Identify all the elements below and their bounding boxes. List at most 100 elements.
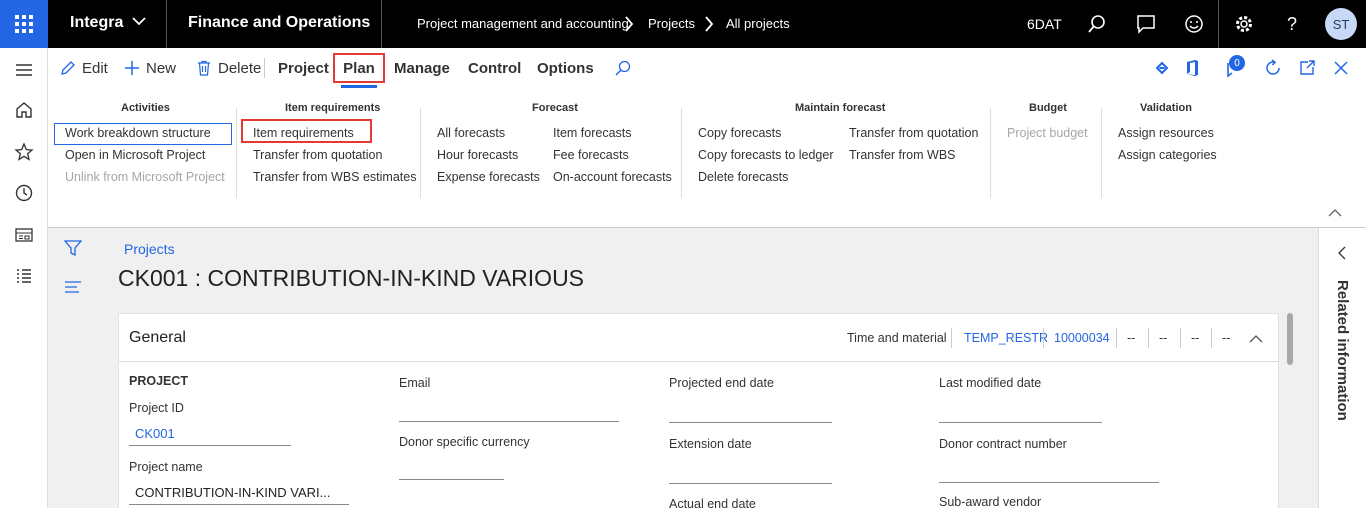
ribbon-item-unlink-ms-project[interactable]: Unlink from Microsoft Project bbox=[65, 170, 225, 184]
related-information-pane[interactable]: Related information bbox=[1318, 228, 1366, 508]
ribbon-item-project-budget[interactable]: Project budget bbox=[1007, 126, 1088, 140]
ribbon-item-transfer-from-wbs-estimates[interactable]: Transfer from WBS estimates bbox=[253, 170, 416, 184]
smiley-icon[interactable] bbox=[1182, 12, 1206, 36]
edit-button[interactable]: Edit bbox=[60, 48, 108, 88]
ribbon-item-transfer-from-wbs[interactable]: Transfer from WBS bbox=[849, 148, 956, 162]
action-pane: Edit New Delete Project Plan Manage Cont… bbox=[48, 48, 1366, 88]
chevron-up-icon[interactable] bbox=[1249, 334, 1263, 343]
star-icon[interactable] bbox=[14, 142, 34, 162]
email-label: Email bbox=[399, 376, 431, 390]
ribbon-item-expense-forecasts[interactable]: Expense forecasts bbox=[437, 170, 540, 184]
ribbon-item-wbs[interactable]: Work breakdown structure bbox=[54, 123, 232, 145]
notification-badge: 0 bbox=[1229, 55, 1245, 71]
project-name-label: Project name bbox=[129, 460, 203, 474]
summary-billing-type: Time and material bbox=[847, 331, 947, 345]
search-icon[interactable] bbox=[1085, 12, 1109, 36]
breadcrumb-module[interactable]: Project management and accounting bbox=[417, 16, 629, 31]
legal-entity[interactable]: 6DAT bbox=[1027, 16, 1062, 32]
chevron-right-icon bbox=[624, 16, 634, 32]
chat-icon[interactable] bbox=[1134, 12, 1158, 36]
ribbon-item-transfer-from-quotation[interactable]: Transfer from quotation bbox=[253, 148, 382, 162]
project-id-label: Project ID bbox=[129, 401, 184, 415]
chevron-right-icon bbox=[704, 16, 714, 32]
fasttab-title: General bbox=[129, 329, 186, 346]
group-title-validation: Validation bbox=[1140, 102, 1192, 114]
ribbon-item-hour-forecasts[interactable]: Hour forecasts bbox=[437, 148, 518, 162]
office-icon[interactable] bbox=[1184, 48, 1200, 88]
ribbon-item-copy-forecasts-to-ledger[interactable]: Copy forecasts to ledger bbox=[698, 148, 834, 162]
ribbon-item-open-ms-project[interactable]: Open in Microsoft Project bbox=[65, 148, 205, 162]
scrollbar-thumb[interactable] bbox=[1287, 313, 1293, 365]
sub-award-vendor-label: Sub-award vendor bbox=[939, 495, 1042, 508]
group-title-item-requirements: Item requirements bbox=[285, 102, 381, 114]
breadcrumb-projects[interactable]: Projects bbox=[648, 16, 695, 31]
open-new-window-icon[interactable] bbox=[1298, 48, 1316, 88]
related-information-label[interactable]: Related information bbox=[1334, 280, 1351, 421]
project-id-link[interactable]: CK001 bbox=[135, 426, 175, 441]
new-button[interactable]: New bbox=[124, 48, 176, 88]
summary-temp-restr[interactable]: TEMP_RESTR bbox=[964, 331, 1048, 345]
summary-10000034[interactable]: 10000034 bbox=[1054, 331, 1110, 345]
filter-icon[interactable] bbox=[64, 239, 82, 257]
donor-contract-number-field[interactable] bbox=[939, 482, 1159, 483]
company-name[interactable]: Integra bbox=[70, 14, 123, 32]
collapse-ribbon-icon[interactable] bbox=[1328, 208, 1342, 218]
ribbon-item-assign-resources[interactable]: Assign resources bbox=[1118, 126, 1214, 140]
help-icon[interactable]: ? bbox=[1280, 12, 1304, 36]
refresh-icon[interactable] bbox=[1264, 48, 1282, 88]
breadcrumb-all-projects[interactable]: All projects bbox=[726, 16, 790, 31]
extension-date-field[interactable] bbox=[669, 483, 832, 484]
donor-currency-field[interactable] bbox=[399, 479, 504, 480]
group-title-forecast: Forecast bbox=[532, 102, 578, 114]
tab-plan[interactable]: Plan bbox=[333, 53, 385, 83]
breadcrumb[interactable]: Projects bbox=[124, 241, 175, 257]
app-launcher-icon[interactable] bbox=[0, 0, 48, 48]
chevron-left-icon[interactable] bbox=[1337, 246, 1347, 260]
clock-icon[interactable] bbox=[14, 183, 34, 203]
chevron-down-icon[interactable] bbox=[132, 16, 146, 26]
fasttab-header[interactable]: General Time and material TEMP_RESTR 100… bbox=[119, 314, 1278, 362]
modules-list-icon[interactable] bbox=[14, 266, 34, 286]
delete-button[interactable]: Delete bbox=[196, 48, 261, 88]
last-modified-date-label: Last modified date bbox=[939, 376, 1042, 390]
ribbon-item-all-forecasts[interactable]: All forecasts bbox=[437, 126, 505, 140]
gear-icon[interactable] bbox=[1232, 12, 1256, 36]
tab-control[interactable]: Control bbox=[468, 48, 521, 88]
actual-end-date-label: Actual end date bbox=[669, 497, 756, 508]
summary-field: -- bbox=[1159, 331, 1168, 345]
email-field[interactable] bbox=[399, 421, 619, 422]
tab-project[interactable]: Project bbox=[278, 48, 329, 88]
left-nav bbox=[0, 48, 48, 508]
plan-ribbon: Activities Work breakdown structure Open… bbox=[48, 88, 1366, 228]
search-icon[interactable] bbox=[614, 48, 632, 88]
projected-end-date-field[interactable] bbox=[669, 422, 832, 423]
extension-date-label: Extension date bbox=[669, 437, 752, 451]
hamburger-icon[interactable] bbox=[14, 60, 34, 80]
ribbon-item-item-requirements[interactable]: Item requirements bbox=[241, 119, 372, 143]
last-modified-date-field[interactable] bbox=[939, 422, 1102, 423]
home-icon[interactable] bbox=[14, 100, 34, 120]
ribbon-item-on-account-forecasts[interactable]: On-account forecasts bbox=[553, 170, 672, 184]
trash-icon bbox=[198, 60, 210, 76]
left-pane bbox=[48, 228, 96, 508]
ribbon-item-delete-forecasts[interactable]: Delete forecasts bbox=[698, 170, 788, 184]
page-title: CK001 : CONTRIBUTION-IN-KIND VARIOUS bbox=[118, 265, 585, 291]
ribbon-item-assign-categories[interactable]: Assign categories bbox=[1118, 148, 1217, 162]
new-label: New bbox=[146, 59, 177, 77]
power-apps-icon[interactable] bbox=[1154, 48, 1170, 88]
summary-field: -- bbox=[1127, 331, 1136, 345]
close-icon[interactable] bbox=[1334, 48, 1348, 88]
ribbon-item-copy-forecasts[interactable]: Copy forecasts bbox=[698, 126, 781, 140]
general-fasttab: General Time and material TEMP_RESTR 100… bbox=[118, 313, 1279, 508]
tab-options[interactable]: Options bbox=[537, 48, 594, 88]
summary-field: -- bbox=[1191, 331, 1200, 345]
ribbon-item-fee-forecasts[interactable]: Fee forecasts bbox=[553, 148, 629, 162]
avatar[interactable]: ST bbox=[1325, 8, 1357, 40]
list-icon[interactable] bbox=[64, 278, 82, 296]
project-name-field[interactable]: CONTRIBUTION-IN-KIND VARI... bbox=[135, 485, 330, 500]
donor-currency-label: Donor specific currency bbox=[399, 435, 530, 449]
workspace-icon[interactable] bbox=[14, 225, 34, 245]
tab-manage[interactable]: Manage bbox=[394, 48, 450, 88]
ribbon-item-item-forecasts[interactable]: Item forecasts bbox=[553, 126, 632, 140]
ribbon-item-mf-transfer-from-quotation[interactable]: Transfer from quotation bbox=[849, 126, 978, 140]
